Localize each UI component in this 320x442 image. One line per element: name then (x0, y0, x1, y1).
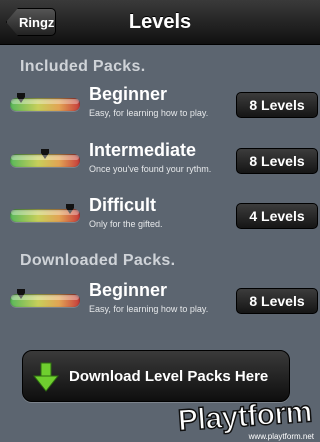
pack-row-difficult[interactable]: Difficult Only for the gifted. 4 Levels (0, 195, 320, 237)
pack-description: Easy, for learning how to play. (89, 108, 209, 118)
navigation-bar: Ringz Levels (0, 0, 320, 45)
difficulty-slider (10, 204, 80, 222)
pack-row-intermediate[interactable]: Intermediate Once you've found your ryth… (0, 140, 320, 182)
watermark-url: www.playtform.net (248, 432, 314, 441)
level-count-button[interactable]: 8 Levels (236, 92, 318, 118)
pack-description: Only for the gifted. (89, 219, 163, 229)
pack-name: Beginner (89, 280, 168, 300)
download-button-label: Download Level Packs Here (69, 368, 269, 385)
download-arrow-icon (33, 362, 59, 392)
level-count-button[interactable]: 8 Levels (236, 288, 318, 314)
pack-row-downloaded-beginner[interactable]: Beginner Easy, for learning how to play.… (0, 280, 320, 322)
difficulty-marker-icon (65, 204, 74, 214)
difficulty-slider (10, 93, 80, 111)
difficulty-marker-icon (41, 149, 49, 159)
page-title: Levels (128, 11, 192, 33)
pack-name: Beginner (89, 84, 168, 104)
pack-description: Easy, for learning how to play. (89, 304, 209, 314)
download-level-packs-button[interactable]: Download Level Packs Here (22, 350, 290, 402)
pack-name: Intermediate (89, 140, 197, 160)
section-header-downloaded: Downloaded Packs. (20, 252, 176, 269)
level-count-button[interactable]: 8 Levels (236, 148, 318, 174)
difficulty-marker-icon (16, 289, 25, 299)
pack-name: Difficult (89, 195, 156, 215)
watermark: Playtform www.playtform.net (160, 395, 320, 442)
difficulty-slider (10, 149, 80, 167)
difficulty-slider (10, 289, 80, 307)
level-count-button[interactable]: 4 Levels (236, 203, 318, 229)
difficulty-marker-icon (16, 93, 25, 103)
pack-description: Once you've found your rythm. (89, 164, 212, 174)
pack-row-beginner[interactable]: Beginner Easy, for learning how to play.… (0, 84, 320, 126)
section-header-included: Included Packs. (20, 58, 146, 75)
